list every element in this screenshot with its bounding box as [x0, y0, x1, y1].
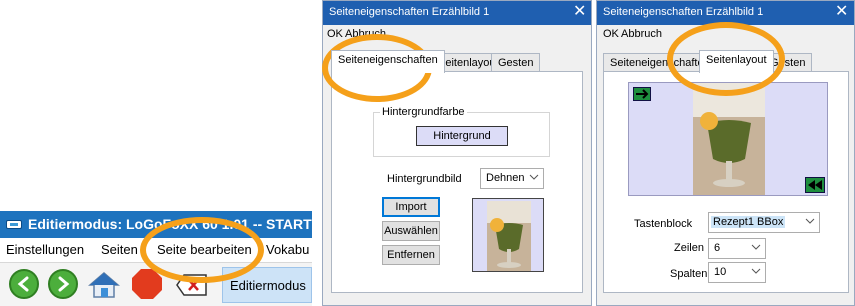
edit-mode-label: Editiermodus	[230, 278, 306, 293]
bg-color-group-label: Hintergrundfarbe	[380, 106, 467, 118]
rows-value: 6	[714, 242, 721, 254]
remove-button[interactable]: Entfernen	[382, 245, 440, 265]
dialog-menubar-2: OK Abbruch	[597, 25, 854, 43]
delete-icon[interactable]	[176, 273, 208, 297]
dialog-titlebar-2: Seiteneigenschaften Erzählbild 1 ✕	[597, 1, 854, 25]
ok-menu[interactable]: OK	[327, 28, 343, 40]
ok-menu[interactable]: OK	[603, 28, 619, 40]
close-icon[interactable]: ✕	[835, 3, 848, 21]
cols-select[interactable]: 10	[708, 262, 766, 283]
chevron-down-icon	[529, 174, 539, 180]
editor-title: Editiermodus: LoGoFoXX 60 1.01 -- START	[28, 216, 312, 232]
stretch-select[interactable]: Dehnen	[480, 168, 544, 189]
tab-gestures[interactable]: Gesten	[491, 53, 541, 72]
tab-strip-2: Seiteneigenschaften Seitenlayout Gesten	[603, 50, 851, 73]
cancel-menu[interactable]: Abbruch	[621, 28, 662, 40]
forward-arrow-icon[interactable]	[48, 269, 78, 299]
key-block-label: Tastenblock	[634, 218, 693, 230]
editor-titlebar: Editiermodus: LoGoFoXX 60 1.01 -- START	[0, 211, 312, 238]
home-icon[interactable]	[87, 271, 121, 299]
dialog-title: Seiteneigenschaften Erzählbild 1	[329, 6, 490, 18]
tab-panel: Hintergrundfarbe Hintergrund Hintergrund…	[331, 71, 583, 293]
cols-label: Spalten	[670, 268, 708, 280]
bg-image-label: Hintergrundbild	[387, 173, 462, 185]
rows-select[interactable]: 6	[708, 238, 766, 259]
arrow-right-icon[interactable]	[633, 87, 651, 101]
tab-panel-2: Tastenblock Rezept1 BBox Zeilen 6 Spalte…	[603, 71, 849, 293]
import-button[interactable]: Import	[382, 197, 440, 217]
layout-preview	[628, 82, 828, 196]
app-icon	[6, 220, 22, 229]
tab-page-layout[interactable]: Seitenlayout	[699, 50, 774, 73]
key-block-value: Rezept1 BBox	[711, 216, 786, 228]
stop-icon[interactable]	[132, 269, 162, 299]
dialog-titlebar: Seiteneigenschaften Erzählbild 1 ✕	[323, 1, 591, 25]
cancel-menu[interactable]: Abbruch	[345, 28, 386, 40]
smoothie-photo	[693, 83, 765, 195]
tab-strip: Seiteneigenschaften Seitenlayout Gesten	[331, 50, 581, 73]
stretch-value: Dehnen	[486, 172, 525, 184]
rows-label: Zeilen	[674, 242, 704, 254]
menu-einstellungen[interactable]: Einstellungen	[6, 242, 84, 257]
select-button[interactable]: Auswählen	[382, 221, 440, 241]
bg-color-button[interactable]: Hintergrund	[416, 126, 508, 146]
tab-page-properties[interactable]: Seiteneigenschaften	[331, 50, 445, 73]
menu-seiten[interactable]: Seiten	[101, 242, 138, 257]
chevron-down-icon	[751, 268, 761, 274]
page-properties-dialog: Seiteneigenschaften Erzählbild 1 ✕ OK Ab…	[322, 0, 592, 306]
menu-vokabular[interactable]: Vokabu	[266, 242, 309, 257]
back-arrow-icon[interactable]	[9, 269, 39, 299]
menu-seite-bearbeiten[interactable]: Seite bearbeiten	[157, 242, 252, 257]
cols-value: 10	[714, 266, 727, 278]
key-block-select[interactable]: Rezept1 BBox	[708, 212, 820, 233]
chevron-down-icon	[805, 218, 815, 224]
dialog-title-2: Seiteneigenschaften Erzählbild 1	[603, 6, 764, 18]
rewind-icon[interactable]	[805, 177, 825, 193]
bg-image-preview	[472, 198, 544, 272]
dialog-menubar: OK Abbruch	[323, 25, 591, 43]
chevron-down-icon	[751, 244, 761, 250]
page-layout-dialog: Seiteneigenschaften Erzählbild 1 ✕ OK Ab…	[596, 0, 855, 306]
close-icon[interactable]: ✕	[573, 3, 586, 21]
editor-window: Editiermodus: LoGoFoXX 60 1.01 -- START …	[0, 211, 312, 306]
smoothie-photo	[487, 201, 531, 271]
